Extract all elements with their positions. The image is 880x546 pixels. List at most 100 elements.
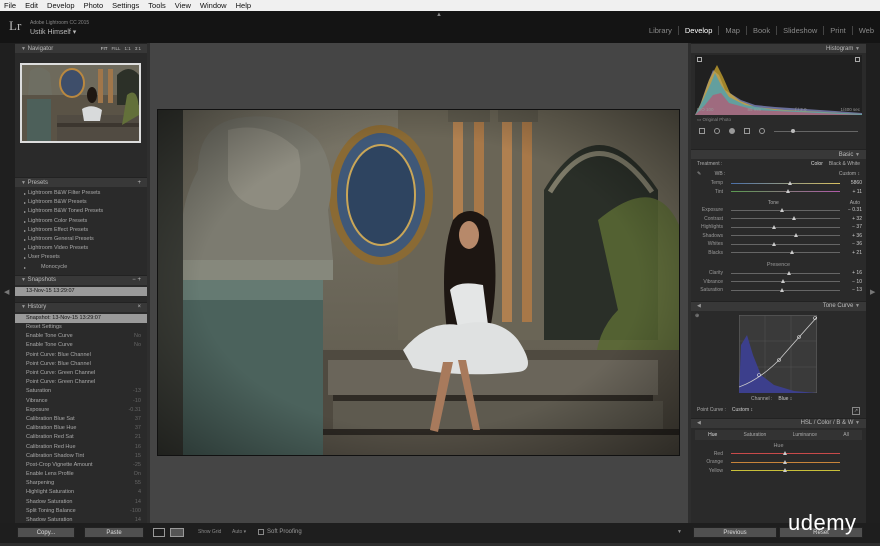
slider-knob[interactable] [779,207,784,212]
slider-track[interactable] [731,250,840,255]
histogram-header[interactable]: Histogram ▼ [691,43,866,53]
snapshots-header[interactable]: ▼ Snapshots − + [15,274,147,285]
tab-all[interactable]: All [843,430,849,440]
history-item[interactable]: Snapshot: 13-Nov-15 13:29:07 [15,313,147,324]
preset-folder[interactable]: Lightroom B&W Toned Presets [15,207,147,216]
copy-button[interactable]: Copy... [17,527,75,538]
menu-settings[interactable]: Settings [112,1,139,10]
snapshot-item[interactable]: 13-Nov-15 13:29:07 [15,286,147,296]
slider-knob[interactable] [793,233,798,238]
channel-select[interactable]: Blue ↕ [778,396,792,402]
paste-button[interactable]: Paste [84,527,144,538]
slider-knob[interactable] [789,250,794,255]
menu-file[interactable]: File [4,1,16,10]
slider-track[interactable] [731,233,840,238]
slider-knob[interactable] [780,279,785,284]
slider-knob[interactable] [772,241,777,246]
slider-track[interactable] [731,180,840,185]
preset-folder[interactable]: Lightroom Color Presets [15,217,147,226]
slider-track[interactable] [731,224,840,229]
slider-track[interactable] [731,241,840,246]
slider-track[interactable] [731,459,840,464]
preset-folder[interactable]: Lightroom Video Presets [15,244,147,253]
module-develop[interactable]: Develop [677,26,719,35]
target-adjust-icon[interactable]: ⊕ [695,313,699,319]
history-item[interactable]: Split Toning Balance -100 [15,507,147,516]
history-item[interactable]: Exposure -0.31 [15,406,147,415]
slider-knob[interactable] [783,451,787,456]
slider-value[interactable]: 5860 [844,180,866,186]
slider-value[interactable]: − 13 [844,287,866,293]
eyedropper-icon[interactable]: ✎ [697,171,701,177]
history-item[interactable]: Calibration Red Hue 16 [15,443,147,452]
loupe-view-icon[interactable] [153,528,165,537]
add-preset-icon[interactable]: + [137,180,141,186]
preset-folder[interactable]: Lightroom General Presets [15,235,147,244]
module-book[interactable]: Book [745,26,776,35]
slider-value[interactable]: + 11 [844,189,866,195]
user-name[interactable]: Ustik Himself ▾ [30,28,76,36]
slider-knob[interactable] [772,224,777,229]
wb-select[interactable]: Custom ↕ [839,171,860,177]
history-item[interactable]: Enable Lens Profile On [15,470,147,479]
slider-value[interactable]: + 36 [844,233,866,239]
history-item[interactable]: Point Curve: Green Channel [15,369,147,378]
slider-knob[interactable] [779,287,784,292]
slider-highlights[interactable]: Highlights − 37 [691,223,866,232]
slider-track[interactable] [731,468,840,473]
slider-track[interactable] [731,279,840,284]
module-slideshow[interactable]: Slideshow [776,26,823,35]
history-item[interactable]: Point Curve: Blue Channel [15,351,147,360]
history-item[interactable]: Post-Crop Vignette Amount -25 [15,461,147,470]
show-grid-toggle[interactable]: Show Grid [198,529,221,535]
clear-history-icon[interactable]: × [137,304,141,310]
history-item[interactable]: Reset Settings [15,323,147,332]
tone-curve-graph[interactable] [739,314,817,393]
collapse-left-panel-icon[interactable]: ◀ [4,288,9,296]
history-item[interactable]: Calibration Blue Sat 37 [15,415,147,424]
slider-track[interactable] [731,270,840,275]
module-map[interactable]: Map [718,26,746,35]
before-after-icon[interactable] [170,528,184,537]
point-curve-select[interactable]: Custom ↕ [732,407,753,415]
slider-saturation[interactable]: Saturation − 13 [691,286,866,295]
menu-tools[interactable]: Tools [148,1,166,10]
slider-value[interactable]: + 16 [844,270,866,276]
history-item[interactable]: Sharpening 55 [15,479,147,488]
remove-snapshot-icon[interactable]: − [132,277,136,283]
main-photo[interactable] [157,109,680,456]
slider-track[interactable] [731,451,840,456]
slider-exposure[interactable]: Exposure − 0.31 [691,206,866,215]
preset-folder[interactable]: User Presets [15,253,147,262]
slider-knob[interactable] [783,468,787,473]
zoom-1-1[interactable]: 1:1 [124,46,130,51]
slider-value[interactable]: + 21 [844,250,866,256]
history-item[interactable]: Calibration Red Sat 21 [15,433,147,442]
preset-folder[interactable]: Lightroom Effect Presets [15,226,147,235]
slider-blacks[interactable]: Blacks + 21 [691,249,866,258]
history-item[interactable]: Calibration Blue Hue 37 [15,424,147,433]
spot-removal-icon[interactable] [714,128,720,134]
slider-knob[interactable] [788,180,793,185]
zoom-fit[interactable]: FIT [101,46,108,51]
treatment-bw[interactable]: Black & White [829,161,860,167]
menu-edit[interactable]: Edit [25,1,38,10]
histogram-chart[interactable]: ISO 100 85 mm f / 2.0 1/400 sec [695,55,862,115]
module-print[interactable]: Print [823,26,851,35]
radial-filter-icon[interactable] [759,128,765,134]
slider-knob[interactable] [786,189,791,194]
slider-temp[interactable]: Temp 5860 [691,179,866,188]
history-item[interactable]: Point Curve: Green Channel [15,378,147,387]
shadow-clipping-icon[interactable] [697,57,702,62]
preset-item[interactable]: Monocycle [15,263,147,272]
slider-value[interactable]: − 10 [844,279,866,285]
hsl-slider-yellow[interactable]: Yellow [691,467,866,476]
tone-curve-header[interactable]: ◀ Tone Curve ▼ [691,300,866,311]
menu-window[interactable]: Window [200,1,227,10]
slider-value[interactable]: − 0.31 [844,207,866,213]
slider-shadows[interactable]: Shadows + 36 [691,232,866,241]
history-item[interactable]: Enable Tone Curve No [15,332,147,341]
grid-auto-select[interactable]: Auto ▾ [232,529,246,535]
history-item[interactable]: Vibrance -10 [15,397,147,406]
collapse-right-panel-icon[interactable]: ▶ [870,288,875,296]
